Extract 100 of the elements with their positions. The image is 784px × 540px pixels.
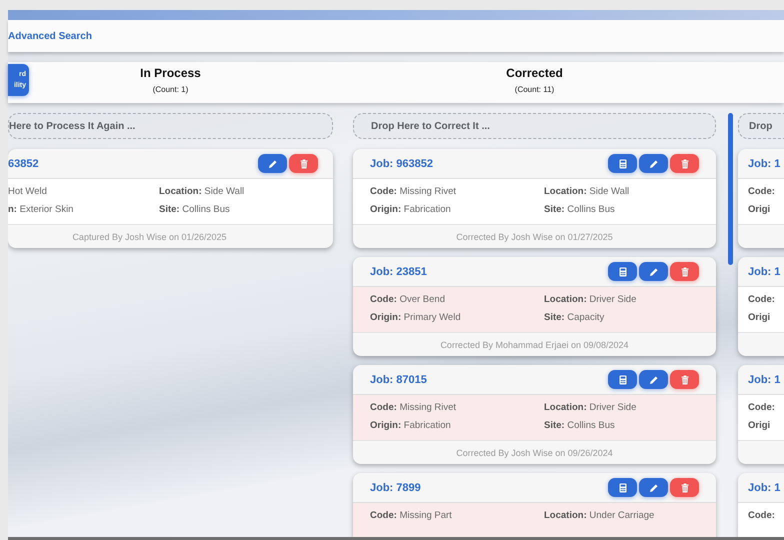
field-label: Origin: xyxy=(370,312,402,323)
column-count: (Count: 1) xyxy=(152,85,188,94)
field-value: Side Wall xyxy=(204,186,244,197)
column-title: In Process xyxy=(140,66,201,80)
field-value: Missing Rivet xyxy=(400,402,456,413)
job-title[interactable]: Job: 1 xyxy=(748,266,780,278)
field-label: Location: xyxy=(159,186,202,197)
field-label: Origi xyxy=(748,204,770,215)
field-label: Location: xyxy=(544,186,587,197)
edit-button[interactable] xyxy=(639,478,668,497)
scrollbar[interactable] xyxy=(728,113,733,265)
field-value: Side Wall xyxy=(589,186,630,197)
delete-button[interactable] xyxy=(670,478,699,497)
field-value: Hot Weld xyxy=(8,186,47,197)
delete-button[interactable] xyxy=(670,262,699,281)
pencil-icon xyxy=(268,158,278,168)
column-count: (Count: 11) xyxy=(514,85,554,94)
pencil-icon xyxy=(648,374,658,384)
field-value: Missing Rivet xyxy=(400,186,456,197)
drop-zone[interactable]: Here to Process It Again ... xyxy=(8,113,333,139)
calculate-button[interactable] xyxy=(608,154,637,173)
delete-button[interactable] xyxy=(670,154,699,173)
field-label: Location: xyxy=(544,294,587,305)
job-title[interactable]: Job: 7899 xyxy=(370,482,421,494)
field-value: Fabrication xyxy=(404,420,451,431)
field-label: Site: xyxy=(544,312,565,323)
field-value: Collins Bus xyxy=(567,420,615,431)
trash-icon xyxy=(680,158,688,168)
delete-button[interactable] xyxy=(670,370,699,389)
field-label: Origin: xyxy=(370,204,402,215)
field-value: Collins Bus xyxy=(182,204,230,215)
job-title[interactable]: Job: 1 xyxy=(748,482,780,494)
trash-icon xyxy=(300,158,308,168)
job-card[interactable]: Job: 23851 Code: Over Bend Location: Driver Side Origin: Primary Weld Site: Capacity Corrected By Mohammad Erjaei on 09/08/2024 xyxy=(353,257,716,356)
job-card[interactable]: Job: 1 Code: Origi xyxy=(738,365,784,464)
calculator-icon xyxy=(618,266,626,276)
pencil-icon xyxy=(648,158,658,168)
card-footer-text: Corrected By Mohammad Erjaei on 09/08/2024 xyxy=(440,340,629,350)
field-label: Code: xyxy=(748,294,775,305)
field-label: Site: xyxy=(544,204,565,215)
drop-zone[interactable]: Drop xyxy=(738,113,784,139)
advanced-search-link[interactable]: Advanced Search xyxy=(8,30,92,42)
field-value: Driver Side xyxy=(589,294,636,305)
field-value: Fabrication xyxy=(404,204,451,215)
field-label: Origin: xyxy=(370,420,402,431)
trash-icon xyxy=(680,266,688,276)
card-footer-text: Captured By Josh Wise on 01/26/2025 xyxy=(72,232,227,242)
field-label: Site: xyxy=(544,420,565,431)
job-title[interactable]: Job: 963852 xyxy=(370,158,433,170)
job-title[interactable]: 63852 xyxy=(8,158,39,170)
calculator-icon xyxy=(618,374,626,384)
job-title[interactable]: Job: 23851 xyxy=(370,266,427,278)
edit-button[interactable] xyxy=(639,370,668,389)
job-card[interactable]: Job: 1 Code: Origi xyxy=(738,149,784,248)
job-card[interactable]: Job: 87015 Code: Missing Rivet Location: Driver Side Origin: Fabrication Site: Collins Bus Corrected By Josh Wise on 09/26/2024 xyxy=(353,365,716,464)
field-value: Collins Bus xyxy=(567,204,615,215)
field-label: Code: xyxy=(370,186,397,197)
job-card[interactable]: 63852 Hot Weld Location: Side Wall n: Exterior Skin Site: Collins Bus Captured By Josh Wise on 01/26/2025 xyxy=(8,149,333,248)
card-footer-text: Corrected By Josh Wise on 01/27/2025 xyxy=(456,232,613,242)
edit-button[interactable] xyxy=(639,262,668,281)
field-label: Origi xyxy=(748,420,770,431)
field-value: Over Bend xyxy=(400,294,445,305)
calculate-button[interactable] xyxy=(608,478,637,497)
calculator-icon xyxy=(618,158,626,168)
field-value: Primary Weld xyxy=(404,312,461,323)
field-value: Driver Side xyxy=(589,402,636,413)
pencil-icon xyxy=(648,482,658,492)
pencil-icon xyxy=(648,266,658,276)
calculate-button[interactable] xyxy=(608,262,637,281)
field-label: Origi xyxy=(748,312,770,323)
calculate-button[interactable] xyxy=(608,370,637,389)
field-label: Code: xyxy=(748,186,775,197)
delete-button[interactable] xyxy=(289,154,318,173)
field-label: n: xyxy=(8,204,17,215)
job-card[interactable]: Job: 7899 Code: Missing Part Location: Under Carriage xyxy=(353,473,716,537)
edit-button[interactable] xyxy=(258,154,287,173)
job-title[interactable]: Job: 87015 xyxy=(370,374,427,386)
field-label: Location: xyxy=(544,402,587,413)
field-label: Site: xyxy=(159,204,180,215)
field-value: Capacity xyxy=(567,312,604,323)
job-card[interactable]: Job: 1 Code: Origi xyxy=(738,257,784,356)
field-value: Exterior Skin xyxy=(20,204,74,215)
column-title: Corrected xyxy=(506,66,563,80)
field-label: Code: xyxy=(370,402,397,413)
trash-icon xyxy=(680,374,688,384)
job-title[interactable]: Job: 1 xyxy=(748,158,780,170)
field-value: Under Carriage xyxy=(589,510,654,521)
field-label: Code: xyxy=(370,510,397,521)
card-footer-text: Corrected By Josh Wise on 09/26/2024 xyxy=(456,448,613,458)
field-label: Code: xyxy=(370,294,397,305)
trash-icon xyxy=(680,482,688,492)
job-card[interactable]: Job: 963852 Code: Missing Rivet Location: Side Wall Origin: Fabrication Site: Collins Bus Corrected By Josh Wise on 01/27/2025 xyxy=(353,149,716,248)
field-label: Code: xyxy=(748,510,775,521)
job-card[interactable]: Job: 1 Code: xyxy=(738,473,784,537)
drop-zone[interactable]: Drop Here to Correct It ... xyxy=(353,113,716,139)
field-label: Location: xyxy=(544,510,587,521)
job-title[interactable]: Job: 1 xyxy=(748,374,780,386)
field-label: Code: xyxy=(748,402,775,413)
edit-button[interactable] xyxy=(639,154,668,173)
calculator-icon xyxy=(618,482,626,492)
